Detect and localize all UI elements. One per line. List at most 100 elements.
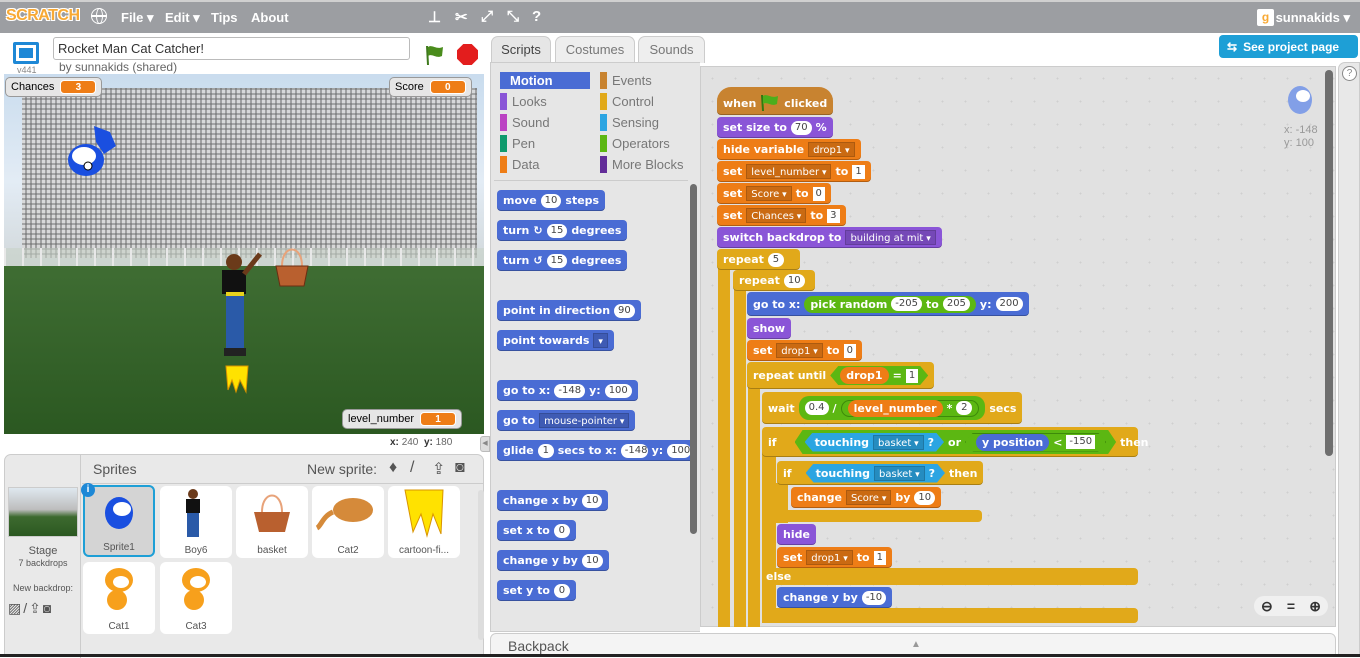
basket-sprite[interactable] [272, 242, 312, 292]
presentation-mode-icon[interactable] [13, 42, 39, 64]
boy6-sprite[interactable] [216, 252, 264, 362]
zoom-reset-icon[interactable]: = [1287, 598, 1295, 614]
block-turn-left[interactable]: turn ↺ 15 degrees [497, 250, 628, 271]
divide-operator[interactable]: 0.4/level_number * 2 [798, 396, 986, 420]
block-move-steps[interactable]: move 10 steps [497, 190, 606, 211]
backdrop-library-icon[interactable]: ▨ [8, 600, 23, 616]
block-hide-variable[interactable]: hide variable drop1 [717, 139, 861, 160]
tab-costumes[interactable]: Costumes [555, 36, 635, 63]
category-sound[interactable]: Sound [500, 114, 550, 131]
tab-scripts[interactable]: Scripts [491, 36, 551, 64]
level-number-reporter[interactable]: level_number [847, 399, 943, 417]
sprite-tile-sprite1[interactable]: i Sprite1 [81, 483, 155, 557]
shrink-icon[interactable]: ⤡ [507, 8, 519, 25]
block-set-x[interactable]: set x to 0 [497, 520, 576, 541]
monitor-chances[interactable]: Chances 3 [5, 77, 103, 97]
duplicate-icon[interactable]: ⊥ [428, 8, 441, 26]
block-switch-backdrop[interactable]: switch backdrop to building at mit [717, 227, 942, 248]
menu-about[interactable]: About [251, 10, 289, 25]
grow-icon[interactable]: ⤢ [481, 8, 493, 25]
block-repeat-5[interactable]: repeat 5 [717, 249, 800, 270]
block-set-drop1-0[interactable]: setdrop1to0 [747, 340, 862, 361]
sprite1-blue-cat[interactable] [64, 118, 124, 190]
drop1-reporter[interactable]: drop1 [840, 367, 888, 384]
stage-thumbnail[interactable] [8, 487, 78, 537]
tab-sounds[interactable]: Sounds [638, 36, 705, 63]
block-change-y[interactable]: change y by 10 [497, 550, 609, 571]
block-wait[interactable]: wait 0.4/level_number * 2 secs [762, 392, 1023, 424]
block-point-in-direction[interactable]: point in direction 90 [497, 300, 641, 321]
category-data[interactable]: Data [500, 156, 539, 173]
monitor-level-number[interactable]: level_number 1 [342, 409, 463, 429]
multiply-operator[interactable]: level_number * 2 [840, 399, 980, 417]
stage[interactable]: Chances 3 Score 0 level_number 1 [4, 74, 484, 434]
sprite-library-icon[interactable]: ♦ [389, 459, 397, 477]
block-change-score[interactable]: changeScoreby10 [791, 487, 942, 508]
monitor-score[interactable]: Score 0 [389, 77, 472, 97]
camera-sprite-icon[interactable]: ◙ [455, 459, 465, 477]
expand-arrow-icon[interactable]: ▲ [911, 639, 921, 650]
fire-sprite[interactable] [222, 364, 252, 394]
block-if-else[interactable]: iftouchingbasket?ory position<-150then [762, 427, 1149, 457]
category-events[interactable]: Events [600, 72, 652, 89]
upload-sprite-icon[interactable]: ⇪ [432, 459, 445, 479]
username-menu[interactable]: sunnakids ▾ [1276, 10, 1350, 26]
block-go-to[interactable]: go to mouse-pointer [497, 410, 636, 431]
category-sensing[interactable]: Sensing [600, 114, 659, 131]
equals-operator[interactable]: drop1 = 1 [830, 366, 928, 385]
block-set-drop1-1[interactable]: setdrop1to1 [777, 547, 892, 568]
upload-backdrop-icon[interactable]: ⇪ [29, 600, 43, 616]
category-control[interactable]: Control [600, 93, 654, 110]
block-turn-right[interactable]: turn ↻ 15 degrees [497, 220, 628, 241]
block-repeat-until[interactable]: repeat until drop1 = 1 [747, 362, 935, 389]
stage-size-toggle[interactable]: ◀ [480, 436, 490, 452]
cut-icon[interactable]: ✂ [455, 8, 468, 26]
block-if-touching[interactable]: iftouchingbasket?then [777, 461, 984, 485]
or-operator[interactable]: touchingbasket?ory position<-150 [795, 430, 1117, 454]
sprite-tile-cat3[interactable]: Cat3 [160, 562, 232, 634]
category-operators[interactable]: Operators [600, 135, 670, 152]
help-question-icon[interactable]: ? [1342, 66, 1357, 81]
category-looks[interactable]: Looks [500, 93, 547, 110]
script-area-scrollbar[interactable] [1325, 70, 1333, 456]
help-icon[interactable]: ? [532, 8, 541, 25]
block-change-x[interactable]: change x by 10 [497, 490, 609, 511]
block-glide[interactable]: glide 1 secs to x: -148 y: 100 [497, 440, 697, 461]
less-than-operator[interactable]: y position < -150 [965, 433, 1106, 452]
block-show[interactable]: show [747, 318, 792, 339]
y-position-reporter[interactable]: y position [976, 434, 1049, 451]
sprite-tile-cartoon-fire[interactable]: cartoon-fi... [388, 486, 460, 558]
block-set-size[interactable]: set size to 70% [717, 117, 833, 138]
sprite-tile-cat2[interactable]: Cat2 [312, 486, 384, 558]
block-go-to-xy[interactable]: go to x: -148 y: 100 [497, 380, 638, 401]
category-more-blocks[interactable]: More Blocks [600, 156, 684, 173]
pick-random-reporter[interactable]: pick random -205 to 205 [804, 295, 976, 313]
sprites-scrollbar[interactable] [478, 490, 484, 640]
sprite-tile-basket[interactable]: basket [236, 486, 308, 558]
block-repeat-10[interactable]: repeat 10 [733, 270, 815, 291]
block-change-y[interactable]: change y by -10 [777, 587, 893, 608]
block-set-y[interactable]: set y to 0 [497, 580, 576, 601]
palette-scrollbar[interactable] [690, 184, 697, 534]
category-pen[interactable]: Pen [500, 135, 535, 152]
sprite-tile-cat1[interactable]: Cat1 [83, 562, 155, 634]
language-globe-icon[interactable] [91, 8, 107, 24]
touching-basket-predicate[interactable]: touchingbasket? [806, 464, 945, 483]
block-point-towards[interactable]: point towards [497, 330, 614, 351]
stop-icon[interactable] [457, 44, 478, 65]
menu-tips[interactable]: Tips [211, 10, 238, 25]
paint-sprite-icon[interactable]: / [410, 459, 414, 477]
see-project-page-button[interactable]: ⇆ See project page [1219, 35, 1358, 58]
block-go-to-random[interactable]: go to x: pick random -205 to 205 y: 200 [747, 292, 1029, 316]
user-avatar-icon[interactable]: g [1257, 9, 1274, 26]
block-set-score[interactable]: setScoreto0 [717, 183, 831, 204]
touching-basket-predicate[interactable]: touchingbasket? [805, 433, 944, 452]
category-motion[interactable]: Motion [500, 72, 590, 89]
green-flag-icon[interactable] [425, 44, 445, 66]
block-set-chances[interactable]: setChancesto3 [717, 205, 846, 226]
scratch-logo[interactable]: SCRATCH [6, 7, 80, 25]
zoom-in-icon[interactable]: ⊕ [1309, 598, 1321, 615]
camera-backdrop-icon[interactable]: ◙ [43, 600, 53, 616]
sprite-tile-boy6[interactable]: Boy6 [160, 486, 232, 558]
block-when-flag-clicked[interactable]: when clicked [717, 87, 834, 115]
